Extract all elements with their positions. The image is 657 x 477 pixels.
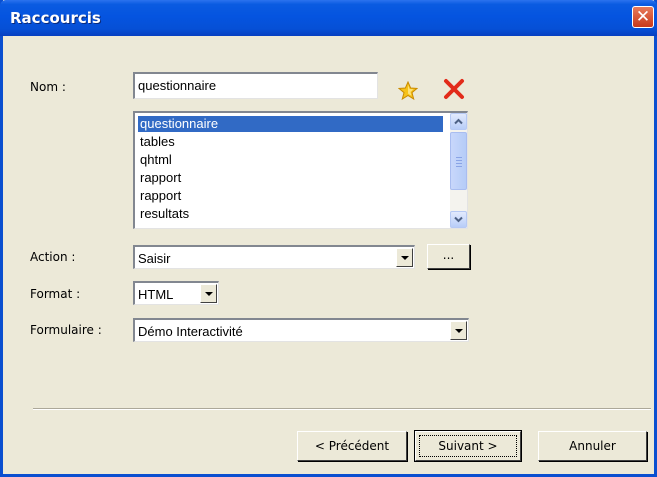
formulaire-label: Formulaire : (30, 323, 102, 337)
list-item-rapport-2[interactable]: rapport (138, 188, 443, 204)
scroll-thumb[interactable] (450, 132, 467, 190)
previous-button-label: < Précédent (314, 439, 390, 453)
chevron-up-icon (454, 118, 463, 125)
raccourcis-dialog: Raccourcis ✕ Nom : questionnaire questio… (0, 0, 657, 477)
cancel-button-label: Annuler (569, 439, 616, 453)
list-item-resultats[interactable]: resultats (138, 206, 443, 222)
scroll-up-button[interactable] (450, 113, 467, 130)
previous-button[interactable]: < Précédent (297, 431, 407, 461)
nom-input-value: questionnaire (138, 78, 217, 93)
format-select[interactable]: HTML (133, 281, 219, 305)
nom-input[interactable]: questionnaire (133, 72, 378, 99)
action-select-value: Saisir (138, 251, 171, 266)
browse-button-label: ... (442, 248, 455, 262)
star-icon[interactable] (398, 81, 418, 101)
cancel-button[interactable]: Annuler (538, 431, 647, 461)
scroll-down-button[interactable] (450, 211, 467, 228)
list-item-qhtml[interactable]: qhtml (138, 152, 443, 168)
format-label: Format : (30, 287, 81, 301)
next-button[interactable]: Suivant > (415, 431, 521, 461)
delete-x-icon[interactable] (442, 77, 466, 101)
close-icon: ✕ (635, 7, 651, 27)
list-item-questionnaire[interactable]: questionnaire (138, 116, 443, 132)
list-item-rapport[interactable]: rapport (138, 170, 443, 186)
browse-button[interactable]: ... (427, 244, 470, 269)
formulaire-dropdown-arrow-icon[interactable] (450, 321, 467, 340)
action-label: Action : (30, 250, 76, 264)
separator (33, 408, 651, 410)
list-item-tables[interactable]: tables (138, 134, 443, 150)
chevron-down-icon (454, 216, 463, 223)
shortcut-list[interactable]: questionnaire tables qhtml rapport rappo… (133, 111, 468, 229)
formulaire-select-value: Démo Interactivité (138, 324, 243, 339)
close-button[interactable]: ✕ (632, 6, 654, 28)
action-dropdown-arrow-icon[interactable] (396, 248, 413, 267)
formulaire-select[interactable]: Démo Interactivité (133, 318, 469, 342)
nom-label: Nom : (30, 80, 66, 94)
action-select[interactable]: Saisir (133, 245, 415, 269)
format-dropdown-arrow-icon[interactable] (200, 284, 217, 303)
title-bar[interactable]: Raccourcis ✕ (0, 0, 657, 36)
window-title: Raccourcis (10, 9, 101, 27)
list-scrollbar[interactable] (450, 113, 467, 228)
format-select-value: HTML (138, 287, 174, 302)
